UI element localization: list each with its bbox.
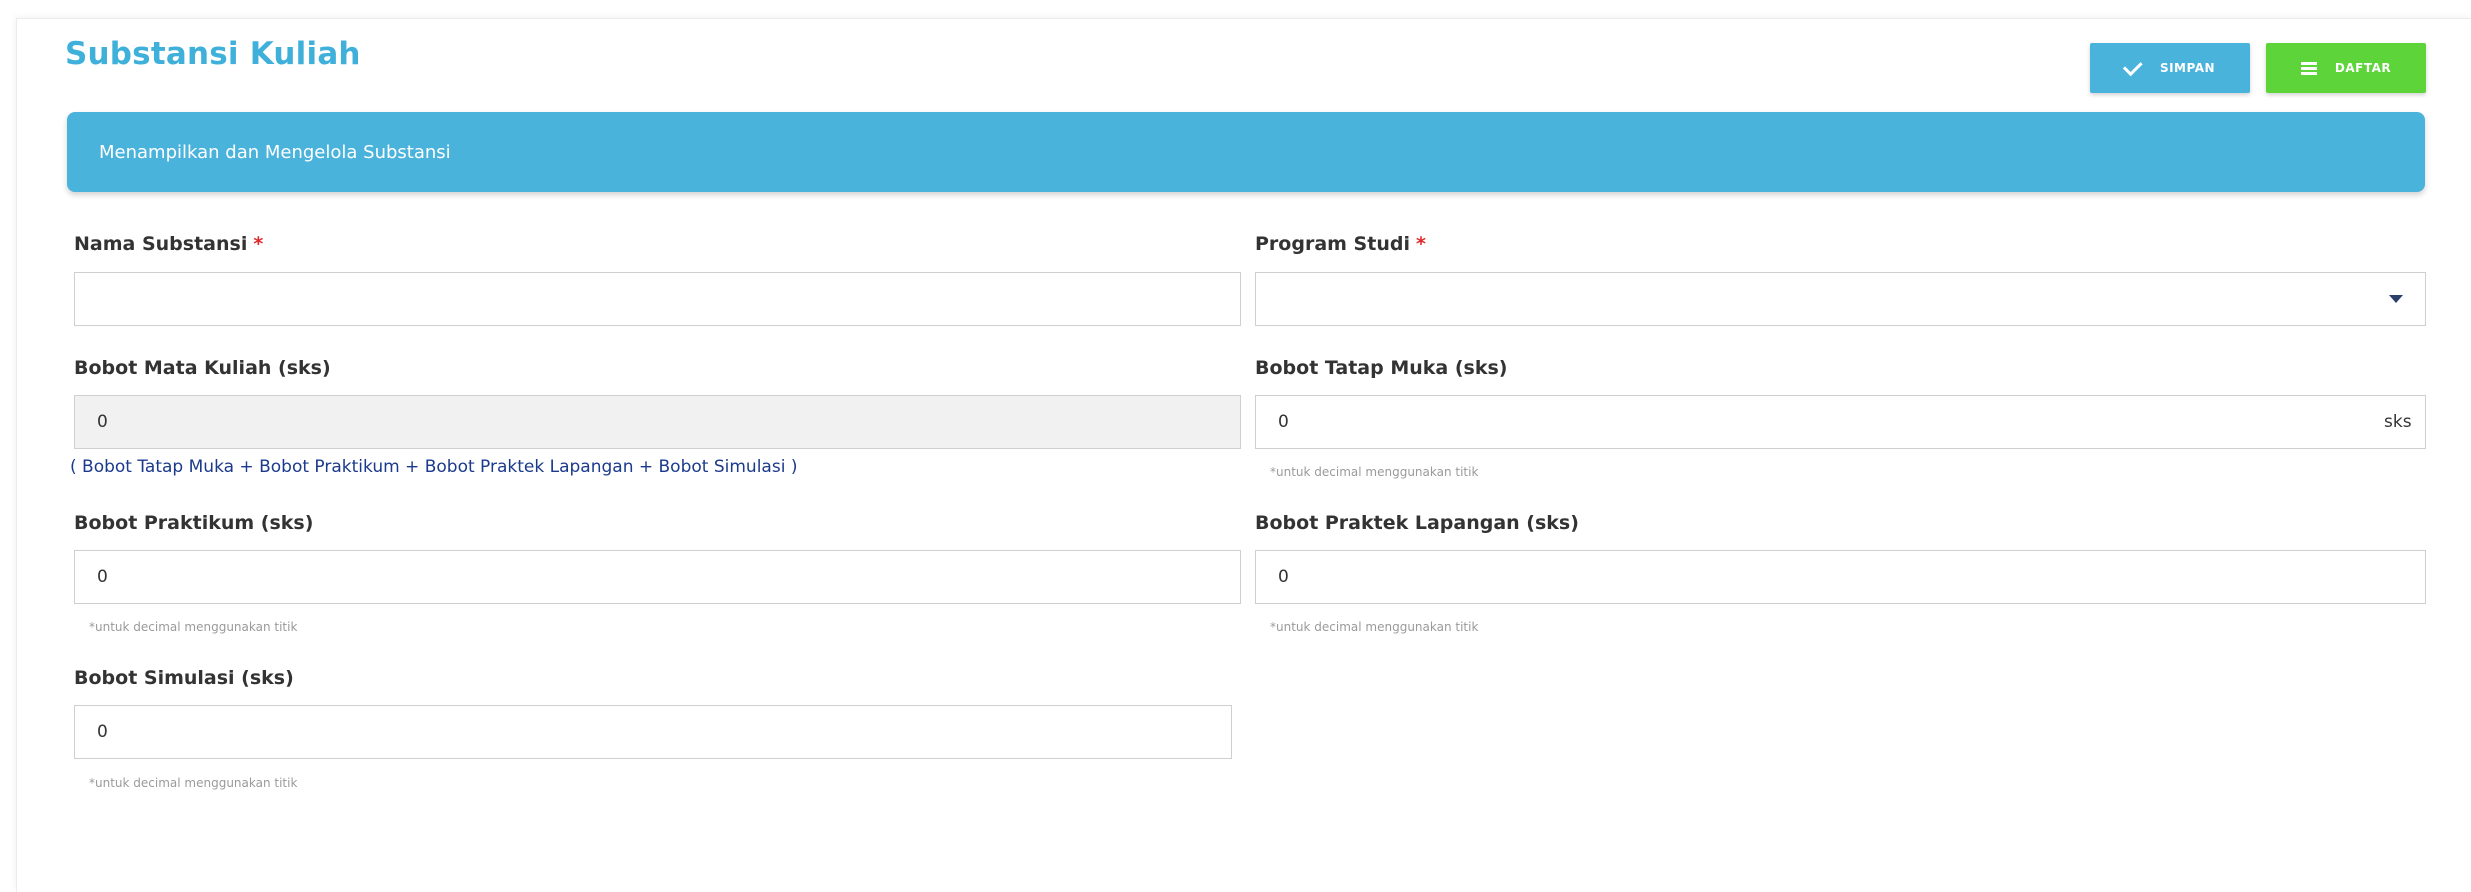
nama-substansi-input[interactable] bbox=[74, 272, 1241, 326]
nama-substansi-label-text: Nama Substansi bbox=[74, 233, 248, 255]
bobot-tatap-muka-label: Bobot Tatap Muka (sks) bbox=[1255, 357, 1508, 379]
required-marker: * bbox=[1415, 233, 1426, 255]
bobot-mata-kuliah-input bbox=[74, 395, 1241, 449]
daftar-button-label: DAFTAR bbox=[2334, 61, 2392, 75]
page-title: Substansi Kuliah bbox=[65, 36, 361, 72]
bobot-tatap-muka-hint: *untuk decimal menggunakan titik bbox=[1270, 465, 1479, 479]
bobot-simulasi-hint: *untuk decimal menggunakan titik bbox=[89, 776, 298, 790]
bobot-formula-text: ( Bobot Tatap Muka + Bobot Praktikum + B… bbox=[70, 457, 798, 477]
bobot-simulasi-label: Bobot Simulasi (sks) bbox=[74, 667, 294, 689]
bobot-praktikum-label: Bobot Praktikum (sks) bbox=[74, 512, 314, 534]
bobot-tatap-muka-input[interactable] bbox=[1255, 395, 2426, 449]
daftar-button[interactable]: DAFTAR bbox=[2266, 43, 2426, 93]
nama-substansi-label: Nama Substansi * bbox=[74, 233, 263, 255]
bobot-praktek-lapangan-label: Bobot Praktek Lapangan (sks) bbox=[1255, 512, 1579, 534]
info-banner: Menampilkan dan Mengelola Substansi bbox=[67, 112, 2425, 192]
check-icon bbox=[2122, 55, 2143, 76]
bobot-praktikum-input[interactable] bbox=[74, 550, 1241, 604]
program-studi-label: Program Studi * bbox=[1255, 233, 1426, 255]
bobot-praktek-lapangan-input[interactable] bbox=[1255, 550, 2426, 604]
simpan-button-label: SIMPAN bbox=[2159, 61, 2216, 75]
bobot-praktikum-hint: *untuk decimal menggunakan titik bbox=[89, 620, 298, 634]
bobot-mata-kuliah-label: Bobot Mata Kuliah (sks) bbox=[74, 357, 331, 379]
program-studi-select[interactable] bbox=[1255, 272, 2426, 326]
bobot-praktek-lapangan-hint: *untuk decimal menggunakan titik bbox=[1270, 620, 1479, 634]
bobot-simulasi-input[interactable] bbox=[74, 705, 1232, 759]
caret-down-icon bbox=[2389, 295, 2403, 303]
program-studi-label-text: Program Studi bbox=[1255, 233, 1410, 255]
required-marker: * bbox=[253, 233, 264, 255]
list-icon bbox=[2300, 61, 2317, 75]
sks-suffix: sks bbox=[2384, 412, 2412, 432]
info-banner-text: Menampilkan dan Mengelola Substansi bbox=[99, 141, 451, 163]
simpan-button[interactable]: SIMPAN bbox=[2090, 43, 2250, 93]
